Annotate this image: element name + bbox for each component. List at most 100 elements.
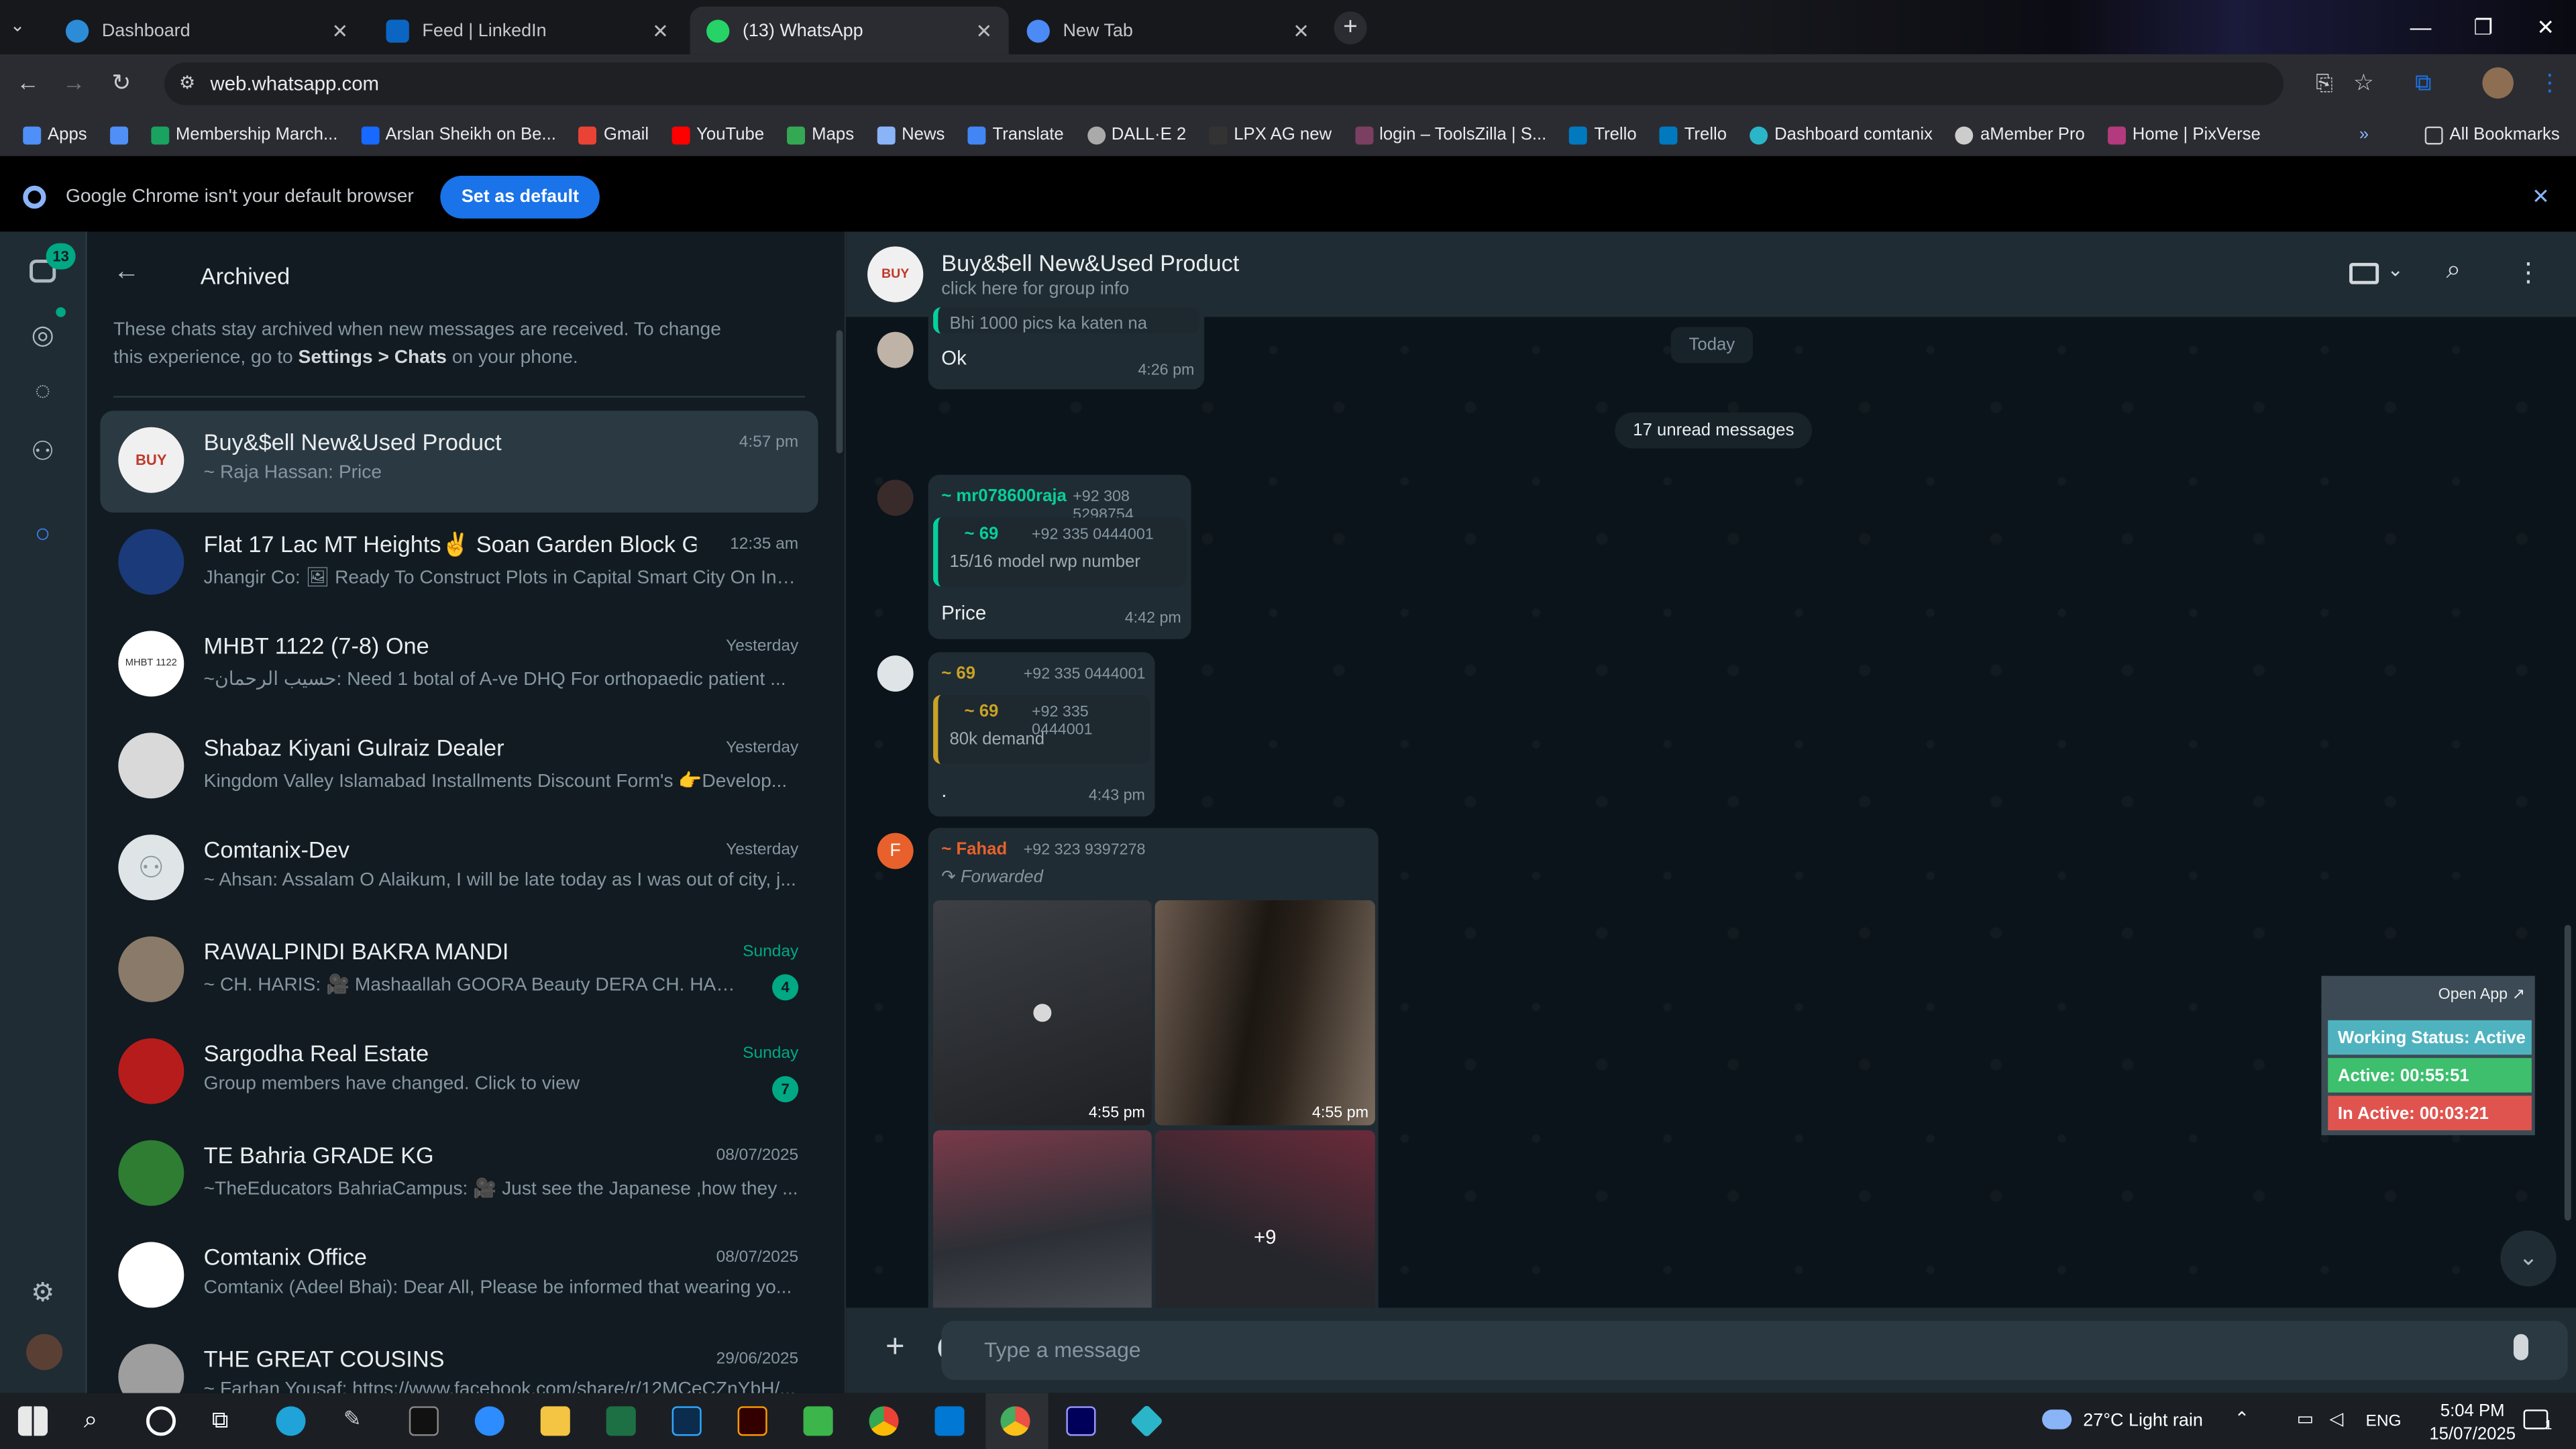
tab-dashboard[interactable]: Dashboard ✕ — [49, 7, 364, 54]
close-tab-icon[interactable]: ✕ — [332, 19, 349, 42]
image-thumbnail[interactable] — [933, 1130, 1152, 1321]
chat-item[interactable]: Sargodha Real Estate Sunday Group member… — [100, 1022, 818, 1124]
windows-start-icon[interactable] — [17, 1406, 48, 1436]
bookmark-trello-1[interactable]: Trello — [1569, 125, 1637, 145]
clock-date[interactable]: 15/07/2025 — [2425, 1424, 2520, 1444]
chat-item[interactable]: Comtanix Office 08/07/2025 Comtanix (Ade… — [100, 1226, 818, 1328]
chat-item[interactable]: RAWALPINDI BAKRA MANDI Sunday ~ CH. HARI… — [100, 920, 818, 1022]
chat-item[interactable]: TE Bahria GRADE KG 08/07/2025 ~TheEducat… — [100, 1124, 818, 1226]
message-bubble[interactable]: ~ Fahad +92 323 9397278 ↷ Forwarded 4:55… — [928, 828, 1379, 1321]
more-bookmarks-icon[interactable]: » — [2359, 125, 2369, 144]
bookmark-maps[interactable]: Maps — [787, 125, 854, 145]
bookmark-dalle[interactable]: DALL·E 2 — [1087, 125, 1186, 145]
close-tab-icon[interactable]: ✕ — [1293, 19, 1309, 42]
scroll-down-button[interactable]: ⌄ — [2500, 1230, 2557, 1287]
tray-chevron-icon[interactable]: ⌃ — [2235, 1408, 2250, 1429]
bookmark-star-icon[interactable]: ☆ — [2353, 69, 2374, 97]
tab-linkedin[interactable]: Feed | LinkedIn ✕ — [370, 7, 685, 54]
communities-icon[interactable]: ⚇ — [25, 435, 61, 472]
language-indicator[interactable]: ENG — [2366, 1413, 2402, 1431]
message-bubble[interactable]: ~ mr078600raja +92 308 5298754 ~ 69 +92 … — [928, 474, 1191, 639]
tab-search-button[interactable]: ⌄ — [10, 15, 25, 36]
settings-icon[interactable]: ⚙ — [25, 1277, 61, 1313]
bookmark-amember[interactable]: aMember Pro — [1955, 125, 2085, 145]
edge-icon[interactable] — [276, 1406, 306, 1436]
close-tab-icon[interactable]: ✕ — [976, 19, 993, 42]
address-bar[interactable]: ⚙ web.whatsapp.com ⎘ ☆ — [164, 62, 2374, 105]
menu-dots-icon[interactable]: ⋮ — [2515, 256, 2541, 289]
illustrator-icon[interactable] — [737, 1406, 767, 1436]
profile-avatar[interactable] — [2482, 67, 2514, 99]
chat-item[interactable]: Shabaz Kiyani Gulraiz Dealer Yesterday K… — [100, 716, 818, 818]
network-icon[interactable]: ▭ — [2297, 1408, 2314, 1429]
bookmark-youtube[interactable]: YouTube — [672, 125, 764, 145]
tab-whatsapp[interactable]: (13) WhatsApp ✕ — [690, 6, 1009, 54]
bookmark-toolszilla[interactable]: login – ToolsZilla | S... — [1354, 125, 1546, 145]
message-input[interactable]: Type a message — [941, 1320, 2568, 1381]
video-call-icon[interactable] — [2349, 262, 2379, 284]
chat-item[interactable]: ⚇ Comtanix-Dev Yesterday ~ Ahsan: Assala… — [100, 818, 818, 920]
status-icon[interactable]: ◎ — [25, 319, 61, 355]
bookmark-apps[interactable]: Apps — [23, 125, 87, 145]
chevron-down-icon[interactable]: ⌄ — [2387, 258, 2404, 280]
reload-icon[interactable]: ↻ — [112, 69, 131, 97]
bookmark-pixverse[interactable]: Home | PixVerse — [2108, 125, 2261, 145]
message-bubble[interactable]: Bhi 1000 pics ka katen na Ok 4:26 pm — [928, 307, 1205, 390]
search-icon[interactable]: ⌕ — [84, 1406, 113, 1436]
bookmark-gmail[interactable]: Gmail — [579, 125, 649, 145]
all-bookmarks[interactable]: All Bookmarks — [2424, 125, 2560, 145]
close-tab-icon[interactable]: ✕ — [652, 19, 669, 42]
volume-icon[interactable]: ◁ — [2330, 1408, 2344, 1429]
terminal-icon[interactable] — [409, 1406, 439, 1436]
microphone-icon[interactable] — [2513, 1334, 2528, 1360]
menu-dots-icon[interactable]: ⋮ — [2538, 69, 2561, 97]
weather-icon[interactable] — [2042, 1409, 2072, 1430]
bookmark-trello-2[interactable]: Trello — [1659, 125, 1727, 145]
back-icon[interactable]: ← — [16, 69, 39, 95]
close-window-button[interactable]: ✕ — [2515, 0, 2576, 54]
photoshop-icon[interactable] — [672, 1406, 702, 1436]
tab-new-tab[interactable]: New Tab ✕ — [1010, 7, 1326, 54]
back-arrow-icon[interactable]: ← — [113, 258, 140, 287]
excel-icon[interactable] — [606, 1406, 636, 1436]
bookmark-grid[interactable] — [109, 125, 128, 144]
chrome-icon[interactable] — [869, 1406, 899, 1436]
extensions-icon[interactable]: ⧉ — [2415, 69, 2431, 97]
bookmark-membership[interactable]: Membership March... — [151, 125, 337, 145]
set-default-button[interactable]: Set as default — [439, 174, 600, 218]
bookmark-comtanix[interactable]: Dashboard comtanix — [1750, 125, 1933, 145]
cortana-icon[interactable] — [146, 1406, 176, 1436]
zoom-icon[interactable] — [474, 1406, 504, 1436]
messages-area[interactable]: Bhi 1000 pics ka katen na Ok 4:26 pm Tod… — [846, 307, 2576, 1321]
chat-item[interactable]: BUY Buy&$ell New&Used Product 4:57 pm ~ … — [100, 411, 818, 513]
green-app-icon[interactable] — [803, 1406, 833, 1436]
search-icon[interactable]: ⌕ — [2447, 256, 2461, 286]
vscode-icon[interactable] — [934, 1406, 965, 1436]
open-app-link[interactable]: Open App ↗ — [2438, 985, 2525, 1004]
bookmark-behance[interactable]: Arslan Sheikh on Be... — [360, 125, 556, 145]
image-thumbnail[interactable]: 4:55 pm — [933, 900, 1152, 1126]
new-tab-button[interactable]: + — [1334, 11, 1367, 45]
conversation-scrollbar[interactable] — [2564, 924, 2571, 1221]
weather-text[interactable]: 27°C Light rain — [2083, 1411, 2203, 1431]
bookmark-translate[interactable]: Translate — [967, 125, 1064, 145]
image-thumbnail[interactable]: +9 — [1155, 1130, 1375, 1321]
bookmark-news[interactable]: News — [877, 125, 945, 145]
close-infobar-icon[interactable]: ✕ — [2532, 183, 2550, 209]
channels-icon[interactable]: ◌ — [25, 378, 61, 414]
forward-icon[interactable]: → — [62, 69, 85, 95]
profile-avatar[interactable] — [26, 1334, 63, 1371]
attach-plus-icon[interactable]: + — [885, 1329, 905, 1366]
install-app-icon[interactable]: ⎘ — [2316, 70, 2332, 97]
comtanix-app-icon[interactable] — [1130, 1404, 1164, 1438]
pen-icon[interactable]: ✎ — [343, 1406, 373, 1436]
chat-item[interactable]: MHBT 1122 MHBT 1122 (7-8) One Yesterday … — [100, 614, 818, 716]
task-view-icon[interactable]: ⧉ — [212, 1406, 241, 1436]
premiere-icon[interactable] — [1066, 1406, 1096, 1436]
file-explorer-icon[interactable] — [540, 1406, 570, 1436]
restore-button[interactable]: ❐ — [2453, 0, 2514, 54]
meta-ai-icon[interactable]: ○ — [25, 521, 61, 557]
conversation-header[interactable]: BUY Buy&$ell New&Used Product click here… — [846, 231, 2576, 317]
clock-time[interactable]: 5:04 PM — [2431, 1401, 2513, 1421]
list-scrollbar[interactable] — [836, 330, 843, 453]
